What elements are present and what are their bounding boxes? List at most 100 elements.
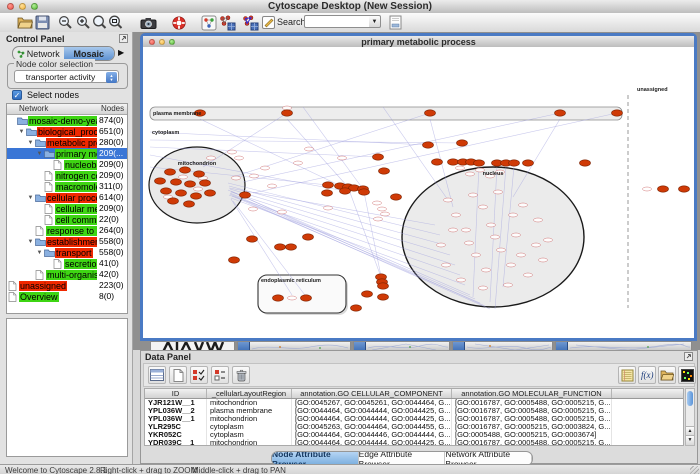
network-node[interactable] <box>359 189 370 195</box>
combobox-stepper-icon[interactable]: ▲▼ <box>106 72 117 83</box>
network-node[interactable] <box>612 110 623 116</box>
node-color-combobox[interactable]: transporter activity ▲▼ <box>14 70 119 83</box>
attribute-table-icon[interactable] <box>148 366 166 384</box>
import-attributes-icon[interactable] <box>658 366 676 384</box>
table-row[interactable]: YPL036W__2plasma membrane[GO:0044464, GO… <box>145 407 683 415</box>
network-node[interactable] <box>509 160 520 166</box>
tree-expand-icon[interactable]: ▼ <box>35 250 44 256</box>
column-header[interactable] <box>612 389 684 398</box>
network-node[interactable] <box>168 198 179 204</box>
network-tree-row[interactable]: cell communicat22(0) <box>7 214 127 225</box>
float-panel-icon[interactable] <box>119 34 129 43</box>
open-icon[interactable] <box>16 14 33 31</box>
network-node[interactable] <box>373 154 384 160</box>
network-node[interactable] <box>185 181 196 187</box>
network-tree-row[interactable]: Overview8(0) <box>7 291 127 302</box>
network-node[interactable] <box>474 160 485 166</box>
network-node[interactable] <box>457 140 468 146</box>
tree-expand-icon[interactable]: ▼ <box>26 140 35 146</box>
network-node[interactable] <box>379 168 390 174</box>
network-node[interactable] <box>165 169 176 175</box>
zoom-fit-icon[interactable] <box>107 14 124 31</box>
network-node[interactable] <box>286 244 297 250</box>
column-header[interactable]: ID <box>145 389 207 398</box>
tree-expand-icon[interactable]: ▼ <box>26 195 35 201</box>
float-panel-icon[interactable] <box>684 352 694 361</box>
table-row[interactable]: YDR039C__1mitochondrion[GO:0044464, GO:0… <box>145 439 683 446</box>
new-attribute-icon[interactable] <box>169 366 187 384</box>
network-node[interactable] <box>555 110 566 116</box>
network-node[interactable] <box>580 160 591 166</box>
scroll-down-icon[interactable]: ▼ <box>686 435 694 445</box>
plugin-icon[interactable] <box>387 14 404 31</box>
network-node[interactable] <box>323 182 334 188</box>
network-node[interactable] <box>432 159 443 165</box>
zoom-out-icon[interactable] <box>57 14 74 31</box>
network-node[interactable] <box>180 167 191 173</box>
save-icon[interactable] <box>34 14 51 31</box>
network-tree-row[interactable]: response to stimulu264(0) <box>7 225 127 236</box>
network-node[interactable] <box>523 160 534 166</box>
network-node[interactable] <box>155 178 166 184</box>
new-network-nodes-icon[interactable] <box>219 14 236 31</box>
network-tree-row[interactable]: nucleobase-209(0) <box>7 159 127 170</box>
network-node[interactable] <box>303 234 314 240</box>
delete-attribute-icon[interactable] <box>232 366 250 384</box>
network-tree-row[interactable]: cellular metabol209(0) <box>7 203 127 214</box>
table-row[interactable]: YKR052Ccytoplasm[GO:0044464, GO:0044446,… <box>145 431 683 439</box>
notes-icon[interactable] <box>618 366 636 384</box>
network-tree-row[interactable]: ▼cellular process614(0) <box>7 192 127 203</box>
network-node[interactable] <box>171 179 182 185</box>
vizmapper-icon[interactable] <box>200 14 217 31</box>
network-node[interactable] <box>191 193 202 199</box>
search-input[interactable] <box>304 15 372 28</box>
table-row[interactable]: YLR295Ccytoplasm[GO:0045263, GO:0044464,… <box>145 423 683 431</box>
tree-expand-icon[interactable]: ▼ <box>26 239 35 245</box>
table-row[interactable]: YPL036W__1mitochondrion[GO:0044464, GO:0… <box>145 415 683 423</box>
network-tree-row[interactable]: mosaic-demo-yeast874(0) <box>7 115 127 126</box>
search-dropdown-arrow-icon[interactable]: ▼ <box>369 15 381 28</box>
table-scrollbar[interactable]: ▲ ▼ <box>685 388 695 446</box>
tree-header[interactable]: Network Nodes <box>7 104 127 115</box>
network-node[interactable] <box>423 142 434 148</box>
birds-eye-view[interactable] <box>6 318 128 457</box>
tab-overflow-arrow-icon[interactable]: ▶ <box>118 48 124 57</box>
network-node[interactable] <box>205 190 216 196</box>
network-tree-row[interactable]: macromolecule311(0) <box>7 181 127 192</box>
network-tree-row[interactable]: ▼primary metabo209(... <box>7 148 127 159</box>
zoom-in-icon[interactable] <box>75 14 92 31</box>
help-lifering-icon[interactable] <box>170 14 187 31</box>
network-canvas[interactable]: plasma membranecytoplasmmitochondrionnuc… <box>143 47 694 338</box>
network-tree-row[interactable]: ▼metabolic process280(0) <box>7 137 127 148</box>
network-node[interactable] <box>240 192 251 198</box>
network-tree-row[interactable]: ▼establishment of lo558(0) <box>7 236 127 247</box>
matrix-icon[interactable] <box>678 366 696 384</box>
network-node[interactable] <box>378 294 389 300</box>
region-mitochondrion[interactable] <box>149 147 245 223</box>
network-node[interactable] <box>425 110 436 116</box>
network-node[interactable] <box>184 201 195 207</box>
column-header[interactable]: _cellularLayoutRegion <box>207 389 292 398</box>
network-node[interactable] <box>301 295 312 301</box>
attribute-list-icon[interactable] <box>211 366 229 384</box>
select-attributes-icon[interactable] <box>190 366 208 384</box>
network-node[interactable] <box>176 190 187 196</box>
network-tree-row[interactable]: secretion41(0) <box>7 258 127 269</box>
network-node[interactable] <box>282 110 293 116</box>
network-node[interactable] <box>658 186 669 192</box>
network-node[interactable] <box>378 283 389 289</box>
resize-grip[interactable] <box>690 466 699 474</box>
tree-expand-icon[interactable]: ▼ <box>35 151 44 157</box>
network-node[interactable] <box>679 186 690 192</box>
network-tree-row[interactable]: ▼biological_process651(0) <box>7 126 127 137</box>
formula-icon[interactable]: f(x) <box>638 366 656 384</box>
network-tree-row[interactable]: nitrogen compo209(0) <box>7 170 127 181</box>
network-node[interactable] <box>161 188 172 194</box>
select-nodes-checkbox[interactable]: ✓ <box>12 90 22 100</box>
table-row[interactable]: YJR121W__1mitochondrion[GO:0045267, GO:0… <box>145 399 683 407</box>
network-node[interactable] <box>194 171 205 177</box>
tree-expand-icon[interactable]: ▼ <box>17 129 26 135</box>
network-node[interactable] <box>229 257 240 263</box>
network-node[interactable] <box>247 236 258 242</box>
annotation-icon[interactable] <box>260 14 277 31</box>
